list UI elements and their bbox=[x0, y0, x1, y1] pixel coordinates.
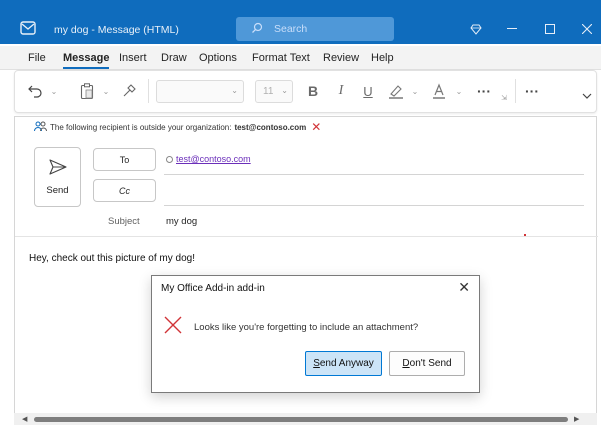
highlight-icon[interactable] bbox=[386, 71, 406, 111]
send-button[interactable]: Send bbox=[34, 147, 81, 207]
tab-options[interactable]: Options bbox=[199, 52, 237, 64]
maximize-button[interactable] bbox=[539, 18, 561, 40]
external-recipient-warning: The following recipient is outside your … bbox=[34, 120, 321, 134]
cc-button[interactable]: Cc bbox=[93, 179, 156, 202]
send-icon bbox=[49, 159, 67, 175]
dismiss-warning-icon[interactable]: ✕ bbox=[311, 120, 321, 134]
paste-icon[interactable] bbox=[77, 71, 97, 111]
dialog-message: Looks like you're forgetting to include … bbox=[194, 322, 419, 333]
cc-field-underline[interactable] bbox=[164, 205, 584, 206]
dialog-launcher-icon[interactable]: ⇲ bbox=[498, 71, 510, 111]
to-button[interactable]: To bbox=[93, 148, 156, 171]
highlight-dropdown-chevron-icon[interactable]: ⌄ bbox=[410, 71, 420, 111]
menu-bar: File Message Insert Draw Options Format … bbox=[0, 46, 601, 70]
send-anyway-button[interactable]: Send Anyway bbox=[305, 351, 382, 376]
font-size-chevron-icon: ⌄ bbox=[281, 86, 288, 95]
tab-draw[interactable]: Draw bbox=[161, 52, 187, 64]
font-size-select[interactable]: 11 ⌄ bbox=[255, 80, 293, 103]
warning-email: test@contoso.com bbox=[234, 122, 307, 132]
ribbon-divider bbox=[515, 79, 516, 103]
undo-dropdown-chevron-icon[interactable]: ⌄ bbox=[49, 71, 59, 111]
tab-file[interactable]: File bbox=[28, 52, 46, 64]
dont-send-button[interactable]: Don't Send bbox=[389, 351, 465, 376]
diamond-icon[interactable] bbox=[465, 18, 487, 40]
to-recipient-email: test@contoso.com bbox=[176, 154, 251, 164]
undo-icon[interactable] bbox=[25, 71, 45, 111]
send-label: Send bbox=[46, 185, 69, 196]
font-color-dropdown-chevron-icon[interactable]: ⌄ bbox=[454, 71, 464, 111]
font-color-icon[interactable] bbox=[429, 71, 449, 111]
title-bar: my dog - Message (HTML) Search bbox=[0, 0, 601, 44]
people-icon bbox=[34, 121, 47, 134]
scrollbar-thumb[interactable] bbox=[34, 417, 568, 422]
dont-send-label: on't Send bbox=[409, 358, 452, 369]
tab-review[interactable]: Review bbox=[323, 52, 359, 64]
presence-icon bbox=[166, 155, 173, 163]
search-box[interactable]: Search bbox=[236, 17, 394, 41]
minimize-button[interactable] bbox=[501, 18, 523, 40]
bold-icon[interactable]: B bbox=[303, 71, 323, 111]
send-anyway-accel: S bbox=[313, 358, 320, 369]
message-body[interactable]: Hey, check out this picture of my dog! bbox=[29, 253, 195, 264]
subject-label: Subject bbox=[108, 216, 140, 227]
more-icon[interactable]: ··· bbox=[473, 71, 495, 111]
dont-send-accel: D bbox=[402, 358, 410, 369]
addin-dialog: My Office Add-in add-in ✕ Looks like you… bbox=[151, 275, 480, 393]
paste-dropdown-chevron-icon[interactable]: ⌄ bbox=[101, 71, 111, 111]
window-title: my dog - Message (HTML) bbox=[54, 24, 179, 36]
tab-insert[interactable]: Insert bbox=[119, 52, 147, 64]
search-icon bbox=[251, 22, 263, 37]
format-painter-icon[interactable] bbox=[119, 71, 139, 111]
outlook-app-icon bbox=[20, 21, 36, 35]
ribbon: ⌄ ⌄ ⌄ 11 ⌄ B I U ⌄ ⌄ ··· ⇲ ··· bbox=[14, 70, 597, 113]
scroll-left-icon[interactable]: ◀ bbox=[22, 415, 27, 423]
send-anyway-label: end Anyway bbox=[319, 358, 374, 369]
dialog-close-icon[interactable]: ✕ bbox=[458, 279, 470, 296]
warning-text: The following recipient is outside your … bbox=[50, 122, 232, 132]
header-divider bbox=[15, 236, 598, 237]
font-size-value: 11 bbox=[263, 86, 274, 97]
font-name-select[interactable]: ⌄ bbox=[156, 80, 244, 103]
font-name-chevron-icon: ⌄ bbox=[231, 86, 238, 95]
overflow-icon[interactable]: ··· bbox=[521, 71, 543, 111]
to-field-underline bbox=[164, 174, 584, 175]
tab-format-text[interactable]: Format Text bbox=[252, 52, 310, 64]
red-marker bbox=[524, 234, 526, 236]
collapse-ribbon-icon[interactable] bbox=[580, 71, 594, 111]
close-window-button[interactable] bbox=[576, 18, 598, 40]
horizontal-scrollbar[interactable]: ◀ ▶ bbox=[14, 413, 597, 425]
scroll-right-icon[interactable]: ▶ bbox=[574, 415, 579, 423]
ribbon-divider bbox=[148, 79, 149, 103]
search-placeholder: Search bbox=[274, 23, 308, 35]
italic-icon[interactable]: I bbox=[331, 71, 351, 111]
underline-icon[interactable]: U bbox=[358, 71, 378, 111]
error-x-icon bbox=[164, 316, 182, 337]
dialog-title: My Office Add-in add-in bbox=[161, 283, 265, 294]
to-recipient[interactable]: test@contoso.com bbox=[166, 154, 251, 164]
tab-message[interactable]: Message bbox=[63, 52, 110, 69]
tab-help[interactable]: Help bbox=[371, 52, 394, 64]
subject-input[interactable]: my dog bbox=[166, 216, 197, 227]
